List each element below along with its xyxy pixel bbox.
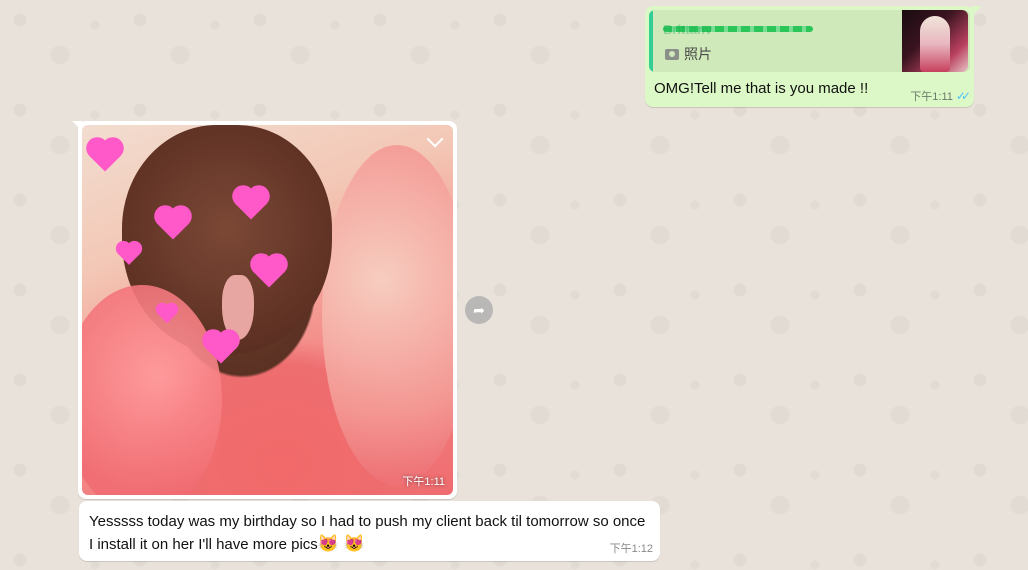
outgoing-message[interactable]: Brittany 照片 OMG!Tell me that is you made… — [645, 6, 974, 107]
quote-type-label: 照片 — [684, 46, 712, 62]
quote-thumbnail — [902, 10, 968, 72]
message-photo[interactable]: 下午1:11 — [82, 125, 453, 495]
incoming-message-text: Yesssss today was my birthday so I had t… — [89, 511, 649, 556]
image-message-time: 下午1:11 — [402, 476, 445, 488]
incoming-message-time: 下午1:12 — [609, 543, 653, 555]
quote-accent-bar — [649, 10, 653, 72]
quote-author-name: Brittany — [663, 22, 713, 34]
chevron-down-icon[interactable] — [426, 130, 444, 148]
heart-sticker — [89, 140, 121, 172]
outgoing-message-time: 下午1:11 — [910, 91, 953, 103]
quote-type: 照片 — [665, 44, 712, 64]
incoming-image-message[interactable]: 下午1:11 — [78, 121, 457, 499]
quote-author: Brittany — [663, 22, 813, 34]
incoming-message-body: Yesssss today was my birthday so I had t… — [89, 513, 646, 553]
double-check-icon: ✓✓ — [955, 89, 971, 103]
photo-hair-right — [322, 145, 453, 485]
outgoing-message-meta: 下午1:11 ✓✓ — [910, 88, 971, 104]
emoji-cat-hearts: 😻 😻 — [317, 534, 365, 553]
outgoing-message-text: OMG!Tell me that is you made !! — [654, 80, 869, 97]
camera-icon — [665, 48, 679, 60]
quoted-message[interactable]: Brittany 照片 — [649, 10, 970, 72]
forward-icon: ➦ — [473, 302, 485, 318]
forward-button[interactable]: ➦ — [465, 296, 493, 324]
incoming-text-message[interactable]: Yesssss today was my birthday so I had t… — [79, 501, 660, 561]
